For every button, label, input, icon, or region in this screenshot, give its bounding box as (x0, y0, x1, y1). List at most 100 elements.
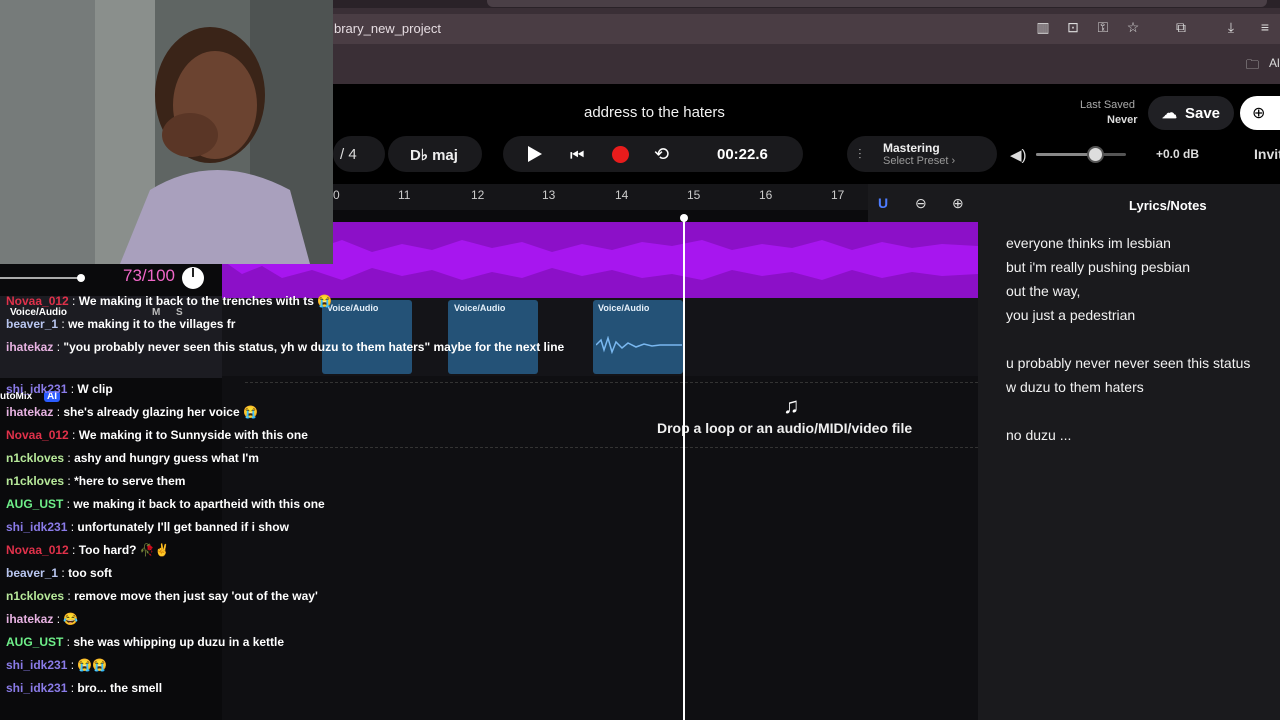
playhead[interactable] (683, 218, 685, 720)
all-bookmarks-label[interactable]: Al (1269, 56, 1280, 70)
lyric-line[interactable]: everyone thinks im lesbian (1006, 235, 1171, 251)
playhead-handle[interactable] (680, 214, 688, 222)
lyric-line[interactable]: you just a pedestrian (1006, 307, 1135, 323)
chat-username[interactable]: Novaa_012 (6, 294, 69, 308)
chat-message: beaver_1 : too soft (6, 566, 112, 580)
cloud-upload-icon: ☁ (1161, 105, 1177, 122)
chat-username[interactable]: AUG_UST (6, 635, 63, 649)
chat-separator: : (53, 612, 64, 626)
chat-message: Novaa_012 : We making it to Sunnyside wi… (6, 428, 308, 442)
chat-username[interactable]: AUG_UST (6, 497, 63, 511)
chat-username[interactable]: shi_idk231 (6, 382, 67, 396)
save-button[interactable]: ☁ Save (1148, 96, 1234, 130)
clip-waveform (596, 336, 682, 354)
last-saved-label: Last Saved (1080, 99, 1136, 111)
chat-separator: : (53, 405, 64, 419)
password-key-icon[interactable]: ⚿ (1093, 19, 1113, 36)
chat-message: beaver_1 : we making it to the villages … (6, 317, 235, 331)
lyric-line[interactable]: no duzu ... (1006, 427, 1071, 443)
chat-username[interactable]: n1ckloves (6, 451, 64, 465)
ruler-bar: 13 (542, 188, 556, 202)
lyric-line[interactable]: u probably never never seen this status (1006, 355, 1250, 371)
ruler-bar: 14 (615, 188, 629, 202)
mastering-preset: Select Preset › (883, 155, 956, 167)
chat-username[interactable]: beaver_1 (6, 566, 58, 580)
chat-message: n1ckloves : *here to serve them (6, 474, 185, 488)
daw-header (333, 84, 1280, 184)
chat-separator: : (63, 635, 74, 649)
chat-message: shi_idk231 : bro... the smell (6, 681, 162, 695)
chat-text: we making it back to apartheid with this… (73, 497, 325, 511)
chat-separator: : (53, 340, 64, 354)
sliders-icon: ⫶ (858, 146, 862, 162)
download-icon[interactable]: ⤓ (1221, 19, 1241, 36)
chat-separator: : (67, 520, 78, 534)
vote-counter: 73/100 (123, 266, 175, 285)
project-title[interactable]: address to the haters (584, 104, 725, 121)
bookmark-star-icon[interactable]: ☆ (1123, 19, 1143, 36)
chat-message: ihatekaz : "you probably never seen this… (6, 340, 564, 354)
vote-progress-dot (77, 274, 85, 282)
chat-username[interactable]: n1ckloves (6, 589, 64, 603)
chat-message: ihatekaz : she's already glazing her voi… (6, 405, 258, 419)
webcam-image (0, 0, 333, 264)
chat-text: remove move then just say 'out of the wa… (74, 589, 318, 603)
chat-username[interactable]: shi_idk231 (6, 520, 67, 534)
zoom-in-icon[interactable]: ⊕ (952, 195, 964, 212)
chat-username[interactable]: n1ckloves (6, 474, 64, 488)
chat-message: n1ckloves : remove move then just say 'o… (6, 589, 318, 603)
menu-icon[interactable]: ≡ (1255, 19, 1275, 35)
loop-icon[interactable]: ⟲ (654, 144, 669, 165)
volume-icon[interactable]: ◀) (1010, 146, 1027, 164)
chat-message: shi_idk231 : 😭😭 (6, 658, 107, 672)
globe-icon: ⊕ (1252, 105, 1266, 122)
chat-username[interactable]: Novaa_012 (6, 543, 69, 557)
lyric-line[interactable]: but i'm really pushing pesbian (1006, 259, 1190, 275)
play-icon[interactable] (528, 146, 542, 162)
lyric-line[interactable]: out the way, (1006, 283, 1080, 299)
ruler-bar: 12 (471, 188, 485, 202)
chat-separator: : (63, 497, 74, 511)
ruler-bar: 0 (333, 188, 340, 202)
browser-tab[interactable] (487, 0, 1267, 7)
lyric-line[interactable]: w duzu to them haters (1006, 379, 1144, 395)
chat-message: Novaa_012 : We making it back to the tre… (6, 294, 332, 308)
chat-username[interactable]: beaver_1 (6, 317, 58, 331)
chat-text: *here to serve them (74, 474, 186, 488)
snap-magnet-icon[interactable]: U (878, 195, 888, 211)
chat-username[interactable]: shi_idk231 (6, 658, 67, 672)
volume-db: +0.0 dB (1156, 147, 1200, 161)
chat-text: "you probably never seen this status, yh… (63, 340, 565, 354)
chat-username[interactable]: Novaa_012 (6, 428, 69, 442)
chat-message: AUG_UST : she was whipping up duzu in a … (6, 635, 284, 649)
chat-username[interactable]: ihatekaz (6, 612, 53, 626)
rewind-icon[interactable]: ⏮ (570, 147, 584, 165)
chat-username[interactable]: ihatekaz (6, 340, 53, 354)
install-app-icon[interactable]: ⊡ (1063, 19, 1083, 36)
ruler-bar: 15 (687, 188, 701, 202)
ruler-bar: 16 (759, 188, 773, 202)
chat-text: 😂 (63, 612, 79, 626)
drop-zone-text: Drop a loop or an audio/MIDI/video file (657, 420, 913, 436)
globe-share-button[interactable]: ⊕ (1240, 96, 1280, 130)
zoom-out-icon[interactable]: ⊖ (915, 195, 927, 212)
chat-message: shi_idk231 : unfortunately I'll get bann… (6, 520, 289, 534)
last-saved-value: Never (1107, 114, 1138, 126)
reading-mode-icon[interactable]: ▥ (1033, 19, 1053, 36)
clip-label: Voice/Audio (327, 303, 379, 313)
chat-separator: : (64, 474, 75, 488)
drop-zone[interactable] (245, 382, 978, 448)
chat-message: ihatekaz : 😂 (6, 612, 78, 626)
record-icon[interactable] (612, 146, 629, 163)
time-display: 00:22.6 (717, 146, 768, 163)
chat-text: too soft (68, 566, 113, 580)
chat-username[interactable]: ihatekaz (6, 405, 53, 419)
chat-separator: : (67, 658, 78, 672)
ruler-bar: 17 (831, 188, 845, 202)
music-note-add-icon: ♫ (783, 393, 800, 418)
chat-text: she was whipping up duzu in a kettle (73, 635, 285, 649)
chat-username[interactable]: shi_idk231 (6, 681, 67, 695)
folder-icon: 🗀 (1246, 57, 1260, 72)
extensions-icon[interactable]: ⧉ (1171, 19, 1191, 36)
invite-button[interactable]: Invit (1254, 146, 1280, 162)
